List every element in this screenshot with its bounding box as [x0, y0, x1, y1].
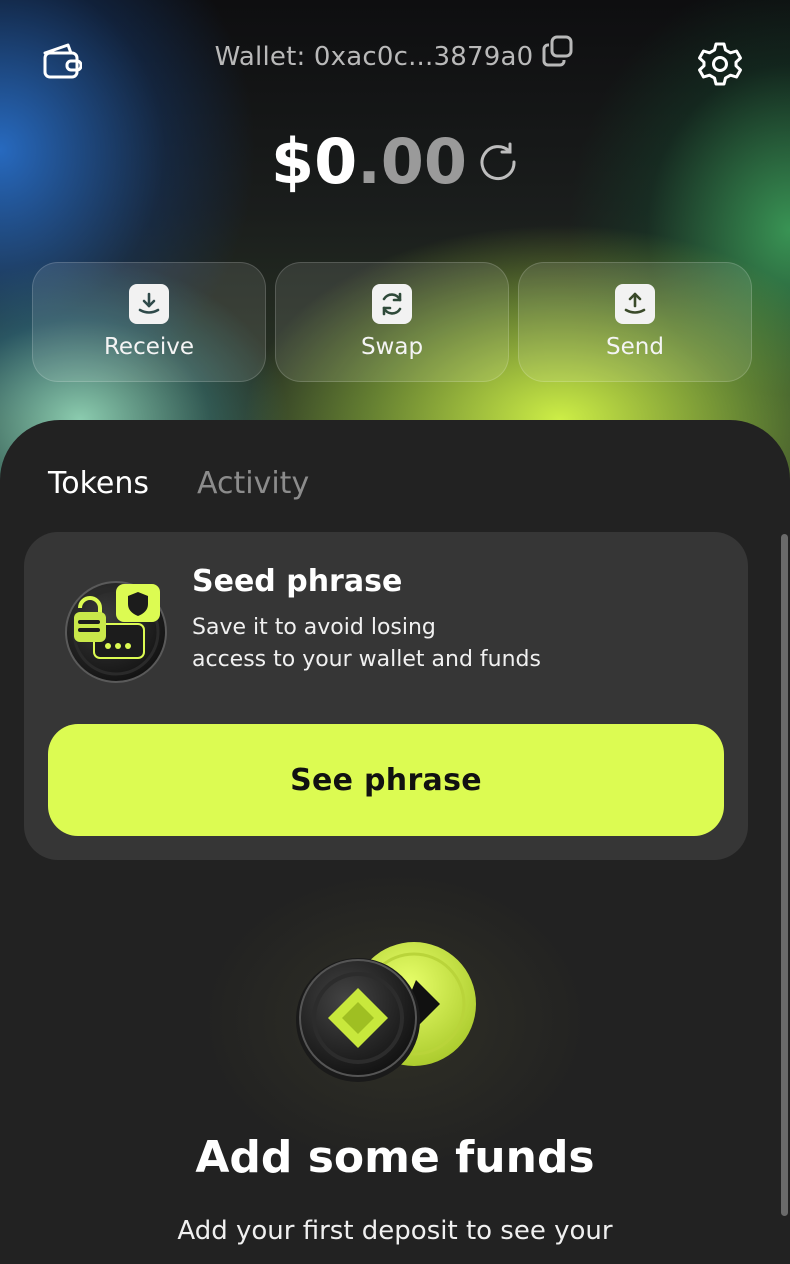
scrollbar[interactable]	[781, 534, 788, 1216]
upload-icon	[615, 284, 655, 324]
coins-illustration-icon	[296, 940, 480, 1086]
download-icon	[129, 284, 169, 324]
swap-icon	[372, 284, 412, 324]
send-label: Send	[606, 334, 664, 360]
wallet-address-label: Wallet: 0xac0c...3879a0	[214, 42, 534, 72]
tab-tokens[interactable]: Tokens	[48, 466, 149, 501]
balance-decimals: .00	[357, 125, 468, 198]
swap-label: Swap	[360, 334, 424, 360]
refresh-icon[interactable]	[477, 125, 519, 197]
seed-phrase-illustration-icon	[64, 576, 168, 684]
balance-whole: $0	[270, 125, 358, 198]
tab-bar: Tokens Activity	[48, 466, 309, 501]
seed-phrase-description: Save it to avoid losing access to your w…	[192, 612, 692, 676]
swap-button[interactable]: Swap	[275, 262, 509, 382]
add-funds-description: Add your first deposit to see your	[177, 1216, 613, 1246]
seed-phrase-description-line1: Save it to avoid losing	[192, 615, 436, 640]
wallet-address[interactable]: Wallet: 0xac0c...3879a0	[0, 35, 790, 75]
seed-phrase-title: Seed phrase	[192, 564, 403, 599]
receive-button[interactable]: Receive	[32, 262, 266, 382]
gear-icon[interactable]	[694, 38, 746, 90]
action-buttons: Receive Swap Send	[32, 262, 752, 382]
see-phrase-button[interactable]: See phrase	[48, 724, 724, 836]
send-button[interactable]: Send	[518, 262, 752, 382]
balance: $0.00	[0, 126, 790, 198]
add-funds-title: Add some funds	[195, 1132, 595, 1183]
receive-label: Receive	[103, 334, 195, 360]
tab-activity[interactable]: Activity	[197, 466, 309, 501]
copy-icon[interactable]	[541, 34, 575, 75]
seed-phrase-description-line2: access to your wallet and funds	[192, 647, 541, 672]
